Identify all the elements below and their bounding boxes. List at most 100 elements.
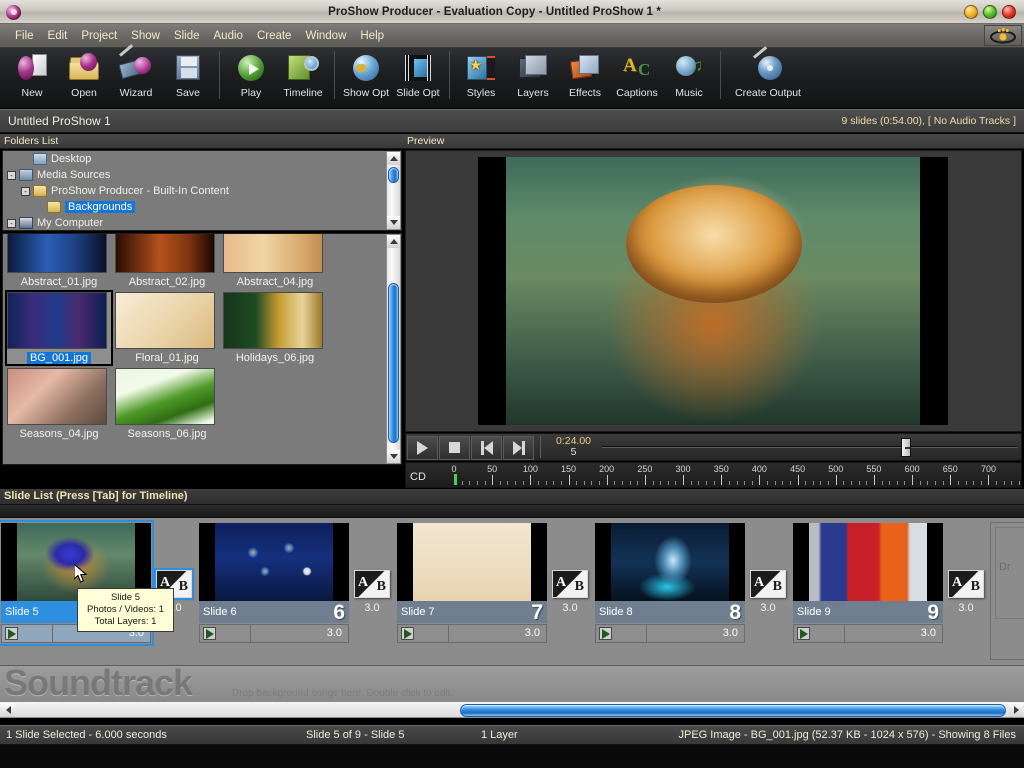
menu-item-show[interactable]: Show bbox=[124, 27, 167, 45]
toolbar-button-slide-opt[interactable]: Slide Opt bbox=[392, 48, 444, 106]
slide-duration[interactable]: 3.0 bbox=[251, 624, 349, 643]
toolbar-button-open[interactable]: Open bbox=[58, 48, 110, 106]
tree-scroll-down-icon[interactable] bbox=[387, 216, 400, 229]
file-item[interactable]: Abstract_01.jpg bbox=[7, 234, 111, 288]
ab-transition-icon[interactable]: AB bbox=[552, 570, 588, 598]
hscroll-left-icon[interactable] bbox=[1, 703, 15, 717]
tree-node-desktop[interactable]: Desktop bbox=[3, 151, 401, 167]
file-thumbnail[interactable] bbox=[7, 368, 107, 425]
tree-node-backgrounds[interactable]: Backgrounds bbox=[3, 199, 401, 215]
slide-dropzone[interactable]: Dr bbox=[990, 522, 1024, 660]
slide-thumbnail[interactable] bbox=[595, 523, 745, 601]
slide-frame[interactable]: Slide 6 6 3.0 bbox=[198, 522, 350, 644]
ruler-playhead[interactable] bbox=[454, 474, 457, 485]
menu-item-edit[interactable]: Edit bbox=[41, 27, 75, 45]
toolbar-button-styles[interactable]: ★ Styles bbox=[455, 48, 507, 106]
hscroll-right-icon[interactable] bbox=[1009, 703, 1023, 717]
soundtrack-panel[interactable]: Soundtrack Drop background songs here. D… bbox=[0, 665, 1024, 701]
ruler-ticks[interactable]: 0 50 100 150 200 250 300 350 400 450 500 550 600 650 7… bbox=[451, 463, 1020, 487]
toolbar-button-music[interactable]: ♫ Music bbox=[663, 48, 715, 106]
tree-node-my-computer[interactable]: - My Computer bbox=[3, 215, 401, 230]
file-browser-scrollbar[interactable] bbox=[386, 234, 401, 464]
slide-preview-button[interactable] bbox=[199, 624, 251, 643]
slide-thumbnail[interactable] bbox=[793, 523, 943, 601]
files-scroll-up-icon[interactable] bbox=[387, 235, 400, 248]
toolbar-button-effects[interactable]: Effects bbox=[559, 48, 611, 106]
preview-pane[interactable] bbox=[405, 150, 1022, 432]
transition-item[interactable]: AB 3.0 bbox=[548, 570, 592, 624]
toolbar-button-new[interactable]: New bbox=[6, 48, 58, 106]
file-thumbnail[interactable] bbox=[223, 292, 323, 349]
slide-preview-button[interactable] bbox=[595, 624, 647, 643]
file-item[interactable]: Seasons_06.jpg bbox=[115, 368, 219, 440]
transition-duration[interactable]: 3.0 bbox=[746, 602, 790, 614]
files-scroll-thumb[interactable] bbox=[388, 283, 399, 443]
file-thumbnail[interactable] bbox=[115, 292, 215, 349]
file-thumbnail[interactable] bbox=[223, 234, 323, 273]
slide-preview-button[interactable] bbox=[793, 624, 845, 643]
hscroll-thumb[interactable] bbox=[460, 704, 1006, 717]
transition-duration[interactable]: 3.0 bbox=[944, 602, 988, 614]
ab-transition-icon[interactable]: AB bbox=[948, 570, 984, 598]
tree-scroll-thumb[interactable] bbox=[388, 167, 399, 183]
next-button[interactable] bbox=[503, 435, 534, 460]
menu-item-create[interactable]: Create bbox=[250, 27, 299, 45]
file-item[interactable]: Seasons_04.jpg bbox=[7, 368, 111, 440]
file-thumbnail[interactable] bbox=[7, 292, 107, 349]
toolbar-button-create-output[interactable]: Create Output bbox=[726, 46, 810, 106]
maximize-button[interactable] bbox=[983, 4, 997, 19]
file-thumbnail[interactable] bbox=[115, 368, 215, 425]
slide-list-hscrollbar[interactable] bbox=[0, 701, 1024, 718]
menu-item-audio[interactable]: Audio bbox=[207, 27, 250, 45]
file-item[interactable]: Holidays_06.jpg bbox=[223, 292, 327, 364]
ab-transition-icon[interactable]: AB bbox=[354, 570, 390, 598]
file-item[interactable]: BG_001.jpg bbox=[5, 290, 113, 366]
playback-track[interactable] bbox=[602, 435, 1017, 459]
toolbar-button-timeline[interactable]: Timeline bbox=[277, 48, 329, 106]
menu-item-file[interactable]: File bbox=[8, 27, 41, 45]
menu-item-help[interactable]: Help bbox=[353, 27, 391, 45]
slide-frame[interactable]: Slide 7 7 3.0 bbox=[396, 522, 548, 644]
play-button[interactable] bbox=[407, 435, 438, 460]
toolbar-button-captions[interactable]: A C Captions bbox=[611, 48, 663, 106]
tree-node-media-sources[interactable]: - Media Sources bbox=[3, 167, 401, 183]
stop-button[interactable] bbox=[439, 435, 470, 460]
slide-preview-button[interactable] bbox=[397, 624, 449, 643]
tree-expander-icon[interactable] bbox=[35, 203, 44, 212]
close-button[interactable] bbox=[1002, 4, 1016, 19]
slide-thumbnail[interactable] bbox=[199, 523, 349, 601]
preview-stage[interactable] bbox=[478, 157, 948, 425]
tree-expander-icon[interactable]: - bbox=[7, 170, 16, 180]
toolbar-button-wizard[interactable]: Wizard bbox=[110, 44, 162, 106]
transition-item[interactable]: AB 3.0 bbox=[350, 570, 394, 624]
file-browser[interactable]: Abstract_01.jpg Abstract_02.jpg Abstract_0… bbox=[2, 233, 402, 465]
minimize-button[interactable] bbox=[964, 4, 978, 19]
files-scroll-down-icon[interactable] bbox=[387, 450, 400, 463]
playback-scrubber[interactable] bbox=[900, 438, 911, 457]
transition-item[interactable]: AB 3.0 bbox=[944, 570, 988, 624]
tree-node-proshow-producer-built-in-content[interactable]: - ProShow Producer - Built-In Content bbox=[3, 183, 401, 199]
folders-tree[interactable]: Desktop - Media Sources - ProShow Producer -… bbox=[2, 150, 402, 231]
slide-frame[interactable]: Slide 8 8 3.0 bbox=[594, 522, 746, 644]
eye-icon[interactable] bbox=[984, 25, 1022, 46]
menu-item-window[interactable]: Window bbox=[298, 27, 353, 45]
file-item[interactable]: Abstract_04.jpg bbox=[223, 234, 327, 288]
transition-item[interactable]: AB 3.0 bbox=[746, 570, 790, 624]
toolbar-button-layers[interactable]: Layers bbox=[507, 48, 559, 106]
toolbar-button-save[interactable]: Save bbox=[162, 48, 214, 106]
file-thumbnail[interactable] bbox=[115, 234, 215, 273]
slide-item[interactable]: Slide 9 9 3.0 bbox=[792, 522, 944, 660]
transition-duration[interactable]: 3.0 bbox=[350, 602, 394, 614]
slide-duration[interactable]: 3.0 bbox=[845, 624, 943, 643]
slide-item[interactable]: Slide 8 8 3.0 bbox=[594, 522, 746, 660]
transition-duration[interactable]: 3.0 bbox=[548, 602, 592, 614]
previous-button[interactable] bbox=[471, 435, 502, 460]
file-thumbnail[interactable] bbox=[7, 234, 107, 273]
menu-item-slide[interactable]: Slide bbox=[167, 27, 207, 45]
slide-thumbnail[interactable] bbox=[397, 523, 547, 601]
tree-expander-icon[interactable] bbox=[21, 155, 30, 164]
slide-item[interactable]: Slide 6 6 3.0 bbox=[198, 522, 350, 660]
slide-frame[interactable]: Slide 9 9 3.0 bbox=[792, 522, 944, 644]
tree-scroll-up-icon[interactable] bbox=[387, 152, 400, 165]
tree-expander-icon[interactable]: - bbox=[21, 186, 30, 196]
